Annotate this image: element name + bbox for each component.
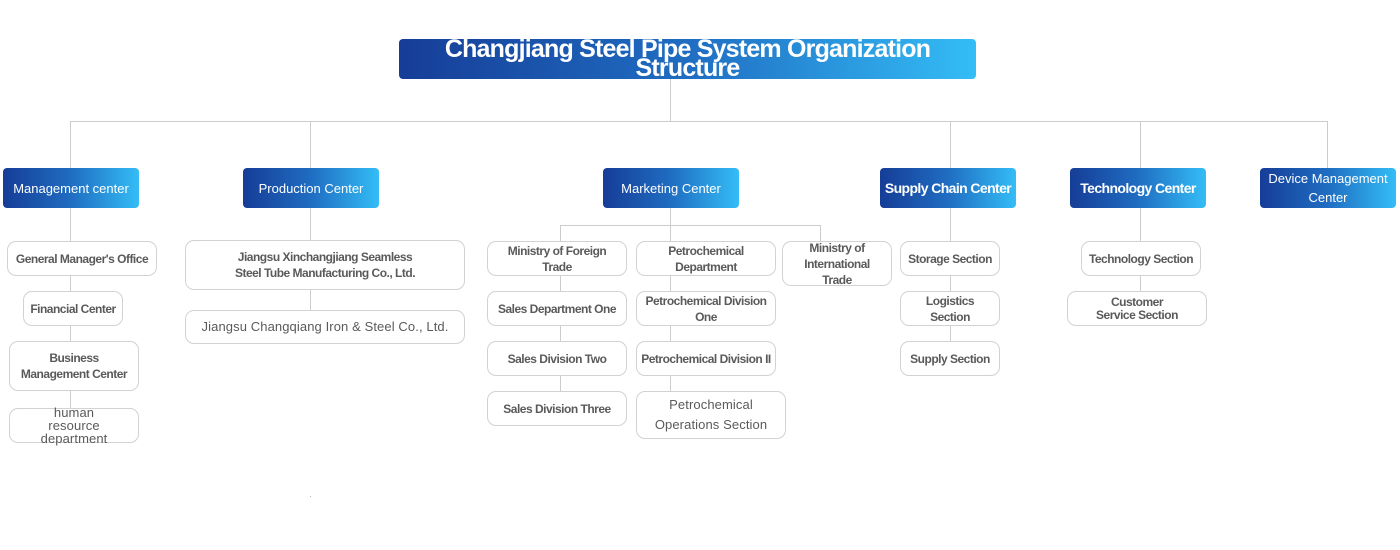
unit-sales-department-one: Sales Department One (487, 291, 627, 326)
branch-ministry-of-international-trade: Ministry of International Trade (782, 241, 892, 287)
unit-human-resource-department: human resource department (9, 406, 139, 445)
unit-business-management-center: Business Management Center (9, 341, 139, 391)
unit-storage-section: Storage Section (900, 241, 1000, 276)
unit-changqiang-iron-steel: Jiangsu Changqiang Iron & Steel Co., Ltd… (185, 310, 465, 344)
unit-general-managers-office: General Manager's Office (7, 241, 157, 276)
unit-petrochemical-division-one: Petrochemical Division One (636, 291, 776, 326)
center-device-management: Device Management Center (1260, 168, 1396, 208)
unit-sales-division-two: Sales Division Two (487, 341, 627, 376)
center-supply-chain: Supply Chain Center (880, 168, 1016, 208)
unit-financial-center: Financial Center (23, 291, 123, 326)
connector (670, 78, 671, 122)
connector (1327, 121, 1328, 169)
unit-petrochemical-operations-section: Petrochemical Operations Section (636, 391, 786, 439)
center-production: Production Center (243, 168, 379, 208)
branch-petrochemical-department: Petrochemical Department (636, 241, 776, 276)
connector (950, 208, 951, 348)
connector (670, 208, 671, 226)
connector (560, 225, 821, 226)
stray-dot (310, 496, 311, 497)
unit-xinchangjiang-seamless-steel-tube: Jiangsu Xinchangjiang Seamless Steel Tub… (185, 240, 465, 290)
chart-title: Changjiang Steel Pipe System Organizatio… (399, 37, 976, 81)
connector (950, 121, 951, 168)
unit-technology-section: Technology Section (1081, 241, 1201, 276)
center-marketing: Marketing Center (603, 168, 739, 208)
connector (1140, 121, 1141, 168)
center-management: Management center (3, 168, 139, 208)
connector (310, 121, 311, 168)
unit-customer-service-section: Customer Service Section (1067, 291, 1207, 326)
center-technology: Technology Center (1070, 168, 1206, 208)
unit-sales-division-three: Sales Division Three (487, 391, 627, 426)
unit-petrochemical-division-ii: Petrochemical Division II (636, 341, 776, 376)
connector (70, 121, 71, 168)
unit-supply-section: Supply Section (900, 341, 1000, 376)
unit-logistics-section: Logistics Section (900, 291, 1000, 326)
branch-ministry-of-foreign-trade: Ministry of Foreign Trade (487, 241, 627, 276)
